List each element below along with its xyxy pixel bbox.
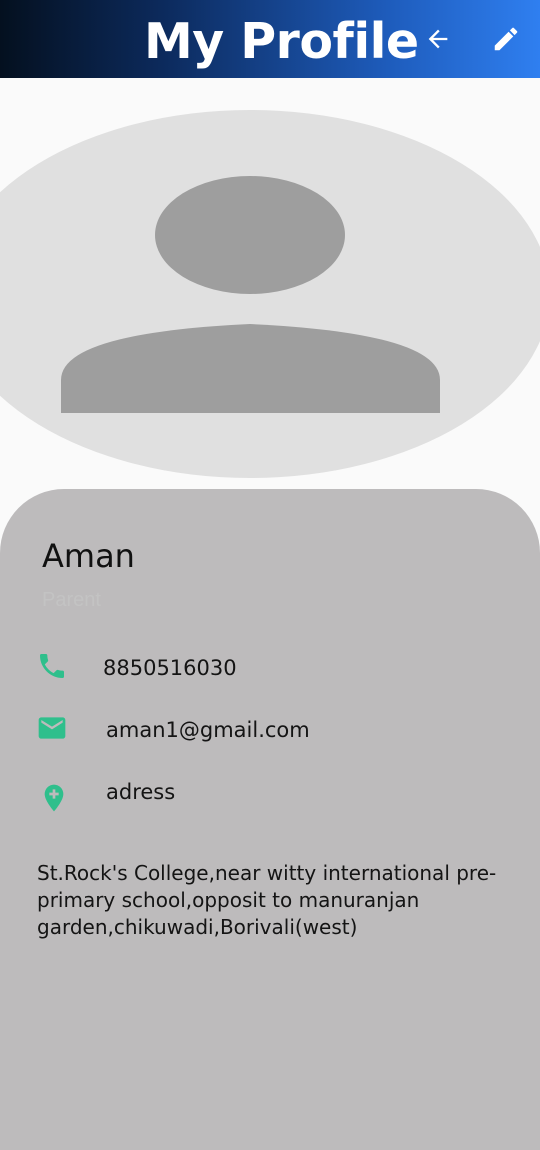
page-title: My Profile (144, 13, 419, 70)
edit-profile-button[interactable] (486, 19, 526, 59)
address-label: adress (106, 780, 176, 804)
email-address[interactable]: aman1@gmail.com (106, 716, 310, 744)
back-button[interactable] (418, 19, 458, 59)
phone-number[interactable]: 8850516030 (103, 654, 237, 682)
avatar-head (155, 176, 345, 294)
phone-icon (40, 654, 64, 678)
arrow-left-icon (428, 29, 448, 49)
location-add-icon (44, 784, 64, 812)
user-name: Aman (42, 537, 135, 575)
address-text: St.Rock's College,near witty internation… (37, 861, 497, 939)
avatar-background (0, 110, 540, 478)
person-placeholder-icon[interactable] (0, 78, 540, 488)
user-role: Parent (42, 589, 101, 611)
avatar-section (0, 78, 540, 488)
pencil-icon (494, 27, 518, 51)
app-bar: My Profile (0, 0, 540, 78)
email-icon (38, 717, 66, 739)
